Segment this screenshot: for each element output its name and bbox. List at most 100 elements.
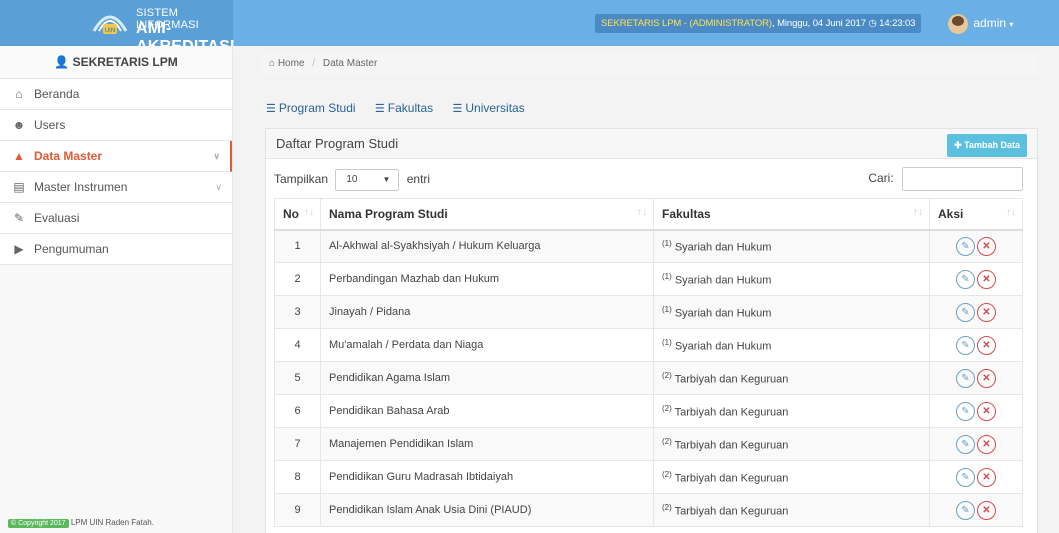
bullhorn-icon: ▶ [14,242,24,256]
copyright-badge: © Copyright 2017 [8,519,69,528]
table-row: 2 Perbandingan Mazhab dan Hukum (1) Syaria… [274,262,1023,296]
sidebar-item-pengumuman[interactable]: ▶ Pengumuman [0,234,232,265]
sidebar-item-label: Beranda [34,87,80,101]
cell-aksi: ✎ ✕ [929,361,1023,395]
home-icon: ⌂ [269,58,276,69]
column-header-no[interactable]: No ↑↓ [274,198,321,231]
delete-icon[interactable]: ✕ [977,434,996,454]
delete-icon[interactable]: ✕ [977,335,996,355]
data-master-tabs: ☰ Program Studi ☰ Fakultas ☰ Universitas [266,101,541,119]
fakultas-number: (1) [662,304,672,314]
cell-no: 1 [274,229,321,263]
brand[interactable]: UIN SISTEM INFORMASI AMI-AKREDITASI [0,0,234,55]
tab-program-studi[interactable]: ☰ Program Studi [266,101,356,115]
tab-universitas[interactable]: ☰ Universitas [453,101,525,115]
sidebar-item-evaluasi[interactable]: ✎ Evaluasi [0,203,232,234]
caret-down-icon: ▼ [382,174,391,184]
user-role-badge: SEKRETARIS LPM - (ADMINISTRATOR), Minggu… [595,14,922,33]
sidebar-item-data-master[interactable]: ▲ Data Master ∨ [0,141,232,172]
table-row: 4 Mu'amalah / Perdata dan Niaga (1) Syaria… [274,328,1023,362]
search-control: Cari: [868,166,1023,191]
cell-no: 9 [274,493,321,527]
fakultas-name: Tarbiyah dan Keguruan [674,406,789,419]
delete-icon[interactable]: ✕ [977,467,996,487]
column-header-label: No [283,206,299,221]
breadcrumb-home-link[interactable]: Home [278,58,305,69]
fakultas-number: (1) [662,271,672,281]
column-header-aksi[interactable]: Aksi ↑↓ [929,198,1023,231]
delete-icon[interactable]: ✕ [977,368,996,388]
sort-icon: ↑↓ [304,207,314,218]
cell-program-studi: Al-Akhwal al-Syakhsiyah / Hukum Keluarga [320,229,654,263]
breadcrumb: ⌂ Home / Data Master [261,52,1038,76]
chevron-down-icon: ∨ [215,182,222,192]
user-menu[interactable]: admin ▾ [948,12,1013,34]
tab-label: Universitas [465,101,525,115]
delete-icon[interactable]: ✕ [977,302,996,322]
cell-program-studi: Pendidikan Guru Madrasah Ibtidaiyah [320,460,654,494]
add-data-button[interactable]: ✚ Tambah Data [947,134,1027,157]
table-row: 8 Pendidikan Guru Madrasah Ibtidaiyah (2) … [274,460,1023,494]
edit-icon[interactable]: ✎ [956,467,975,487]
sidebar-item-label: Evaluasi [34,211,80,225]
program-studi-panel: Daftar Program Studi ✚ Tambah Data Tampi… [265,128,1038,533]
edit-icon[interactable]: ✎ [956,368,975,388]
delete-icon[interactable]: ✕ [977,500,996,520]
delete-icon[interactable]: ✕ [977,401,996,421]
cell-no: 7 [274,427,321,461]
edit-icon[interactable]: ✎ [956,434,975,454]
cell-aksi: ✎ ✕ [929,295,1023,329]
top-navbar: UIN SISTEM INFORMASI AMI-AKREDITASI SEKR… [0,0,1059,55]
fakultas-name: Tarbiyah dan Keguruan [674,439,789,452]
edit-icon[interactable]: ✎ [956,269,975,289]
copyright: © Copyright 2017 LPM UIN Raden Fatah. [8,518,154,528]
entries-label: entri [406,172,431,186]
breadcrumb-current: Data Master [322,58,378,69]
edit-icon[interactable]: ✎ [956,401,975,421]
cell-no: 2 [274,262,321,296]
sidebar-item-users[interactable]: ☻ Users [0,110,232,141]
cell-aksi: ✎ ✕ [929,229,1023,263]
edit-icon[interactable]: ✎ [956,236,975,256]
fakultas-number: (1) [662,337,672,347]
sidebar-item-beranda[interactable]: ⌂ Beranda [0,79,232,110]
tab-label: Fakultas [387,101,434,115]
home-icon: ⌂ [15,87,23,101]
caret-down-icon: ▾ [1009,20,1014,29]
column-header-nama-program-studi[interactable]: Nama Program Studi ↑↓ [320,198,654,231]
cell-program-studi: Perbandingan Mazhab dan Hukum [320,262,654,296]
fakultas-name: Tarbiyah dan Keguruan [674,472,789,485]
cell-program-studi: Pendidikan Agama Islam [320,361,654,395]
plus-icon: ✚ [954,140,962,150]
cell-aksi: ✎ ✕ [929,328,1023,362]
cell-program-studi: Manajemen Pendidikan Islam [320,427,654,461]
fakultas-number: (1) [662,238,672,248]
delete-icon[interactable]: ✕ [977,236,996,256]
sidebar-item-label: Pengumuman [34,242,109,256]
edit-icon[interactable]: ✎ [956,335,975,355]
users-icon: ☻ [12,118,26,132]
search-label: Cari: [868,171,894,185]
university-logo-icon: UIN [92,15,128,34]
table-row: 5 Pendidikan Agama Islam (2) Tarbiyah dan … [274,361,1023,395]
cell-no: 4 [274,328,321,362]
entries-select-value: 10 [346,173,358,185]
sort-icon: ↑↓ [1006,207,1016,218]
cell-program-studi: Mu'amalah / Perdata dan Niaga [320,328,654,362]
delete-icon[interactable]: ✕ [977,269,996,289]
cell-fakultas: (2) Tarbiyah dan Keguruan [653,394,930,428]
tab-fakultas[interactable]: ☰ Fakultas [375,101,433,115]
edit-icon[interactable]: ✎ [956,500,975,520]
cell-aksi: ✎ ✕ [929,427,1023,461]
search-input[interactable] [902,166,1023,191]
fakultas-name: Syariah dan Hukum [674,340,772,353]
cell-fakultas: (2) Tarbiyah dan Keguruan [653,460,930,494]
fakultas-number: (2) [662,403,672,413]
table-row: 7 Manajemen Pendidikan Islam (2) Tarbiyah … [274,427,1023,461]
chevron-down-icon: ∨ [213,151,220,161]
edit-icon[interactable]: ✎ [956,302,975,322]
sidebar-item-master-instrumen[interactable]: ▤ Master Instrumen ∨ [0,172,232,203]
column-header-label: Nama Program Studi [329,206,448,221]
column-header-fakultas[interactable]: Fakultas ↑↓ [653,198,930,231]
entries-select[interactable]: 10 ▼ [335,168,400,191]
